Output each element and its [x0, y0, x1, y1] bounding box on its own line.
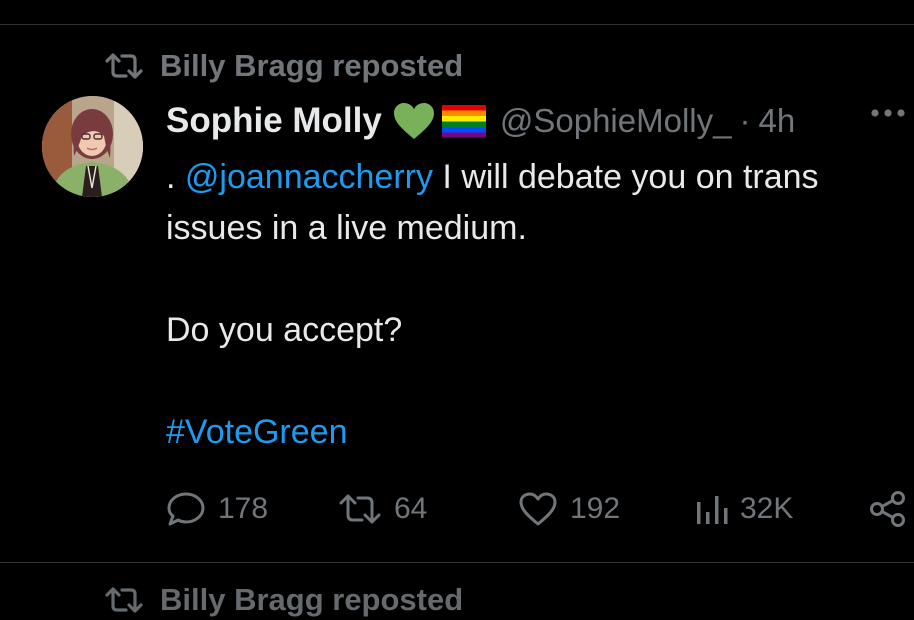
- tweet-header: Sophie Molly @SophieMolly_ · 4h: [166, 96, 906, 146]
- bottom-divider: [0, 562, 914, 563]
- heart-icon: [518, 491, 558, 527]
- repost-action-icon: [338, 493, 382, 525]
- tweet-text-prefix: .: [166, 158, 185, 196]
- repost-icon: [104, 52, 144, 80]
- tweet-actions: 178 64 192 32K: [166, 484, 914, 534]
- tweet-text-line1-rest: I will debate you on trans: [432, 158, 819, 196]
- tweet-timestamp[interactable]: 4h: [758, 102, 795, 140]
- repost-count: 64: [394, 492, 428, 525]
- tweet-text-line-3: Do you accept?: [166, 311, 403, 349]
- like-button[interactable]: 192: [518, 484, 620, 534]
- repost-banner-label: Billy Bragg reposted: [160, 48, 464, 83]
- share-button[interactable]: [868, 484, 908, 534]
- tweet-text: . @joannaccherry I will debate you on tr…: [166, 152, 906, 458]
- author-display-name[interactable]: Sophie Molly: [166, 101, 382, 141]
- author-handle[interactable]: @SophieMolly_: [500, 102, 732, 140]
- views-count: 32K: [740, 492, 794, 525]
- more-icon[interactable]: [870, 106, 906, 124]
- reply-count: 178: [218, 492, 269, 525]
- reply-icon: [166, 491, 206, 527]
- top-divider: [0, 24, 914, 25]
- separator-dot: ·: [739, 102, 751, 139]
- share-icon: [868, 490, 908, 528]
- avatar[interactable]: [42, 96, 143, 197]
- hashtag-link[interactable]: #VoteGreen: [166, 413, 347, 451]
- reply-button[interactable]: 178: [166, 484, 268, 534]
- repost-icon: [104, 586, 144, 614]
- repost-button[interactable]: 64: [338, 484, 427, 534]
- next-repost-banner-label: Billy Bragg reposted: [160, 582, 464, 617]
- next-repost-banner[interactable]: Billy Bragg reposted: [104, 580, 463, 620]
- repost-banner[interactable]: Billy Bragg reposted: [104, 46, 463, 86]
- green-heart-emoji: [392, 101, 436, 141]
- rainbow-flag-emoji: [440, 104, 488, 138]
- tweet-text-line-2: issues in a live medium.: [166, 209, 527, 247]
- mention-link[interactable]: @joannaccherry: [185, 158, 433, 196]
- tweet-text-line-1: . @joannaccherry I will debate you on tr…: [166, 152, 906, 203]
- views-button[interactable]: 32K: [694, 484, 793, 534]
- like-count: 192: [570, 492, 621, 525]
- views-icon: [694, 492, 728, 526]
